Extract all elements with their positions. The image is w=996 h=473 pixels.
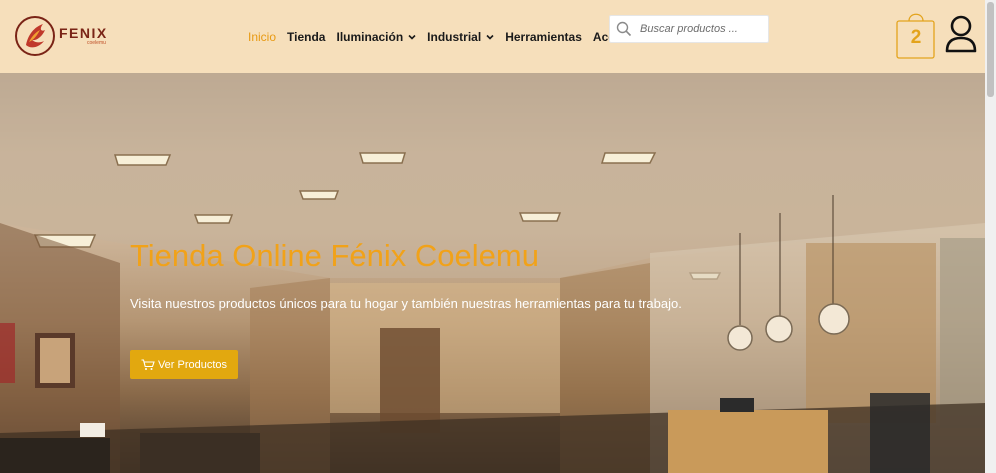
page-scrollbar[interactable] [985, 0, 996, 473]
cart-button[interactable]: 2 [896, 7, 936, 61]
site-logo[interactable]: FENIX coelemu [14, 12, 118, 60]
site-header: FENIX coelemu Inicio Tienda Iluminación … [0, 0, 985, 73]
hero-banner: Tienda Online Fénix Coelemu Visita nuest… [0, 73, 985, 473]
search-input[interactable] [640, 23, 765, 35]
nav-item-inicio[interactable]: Inicio [248, 30, 276, 44]
nav-label: Industrial [427, 30, 482, 44]
nav-label: Iluminación [336, 30, 404, 44]
cart-count: 2 [910, 27, 922, 48]
chevron-down-icon [408, 34, 416, 40]
button-label: Ver Productos [157, 358, 228, 371]
nav-label: Herramientas [505, 30, 582, 44]
phoenix-logo-icon [15, 16, 55, 56]
logo-text: FENIX coelemu [59, 26, 108, 46]
product-search [609, 15, 769, 43]
brand-name: FENIX [59, 25, 108, 41]
nav-label: Inicio [248, 30, 277, 44]
nav-item-iluminacion[interactable]: Iluminación [336, 30, 416, 44]
nav-item-industrial[interactable]: Industrial [427, 30, 494, 44]
user-icon[interactable] [944, 14, 978, 54]
cart-icon [141, 358, 155, 370]
scrollbar-thumb[interactable] [987, 2, 994, 97]
nav-label: Tienda [287, 30, 326, 44]
hero-subtitle: Visita nuestros productos únicos para tu… [130, 296, 682, 311]
search-icon[interactable] [616, 21, 632, 37]
ver-productos-button[interactable]: Ver Productos [130, 350, 238, 379]
brand-tagline: coelemu [87, 40, 106, 46]
nav-item-herramientas[interactable]: Herramientas [505, 30, 582, 44]
chevron-down-icon [486, 34, 494, 40]
hero-title: Tienda Online Fénix Coelemu [130, 238, 539, 273]
nav-item-tienda[interactable]: Tienda [287, 30, 325, 44]
main-nav: Inicio Tienda Iluminación Industrial Her… [248, 29, 669, 45]
